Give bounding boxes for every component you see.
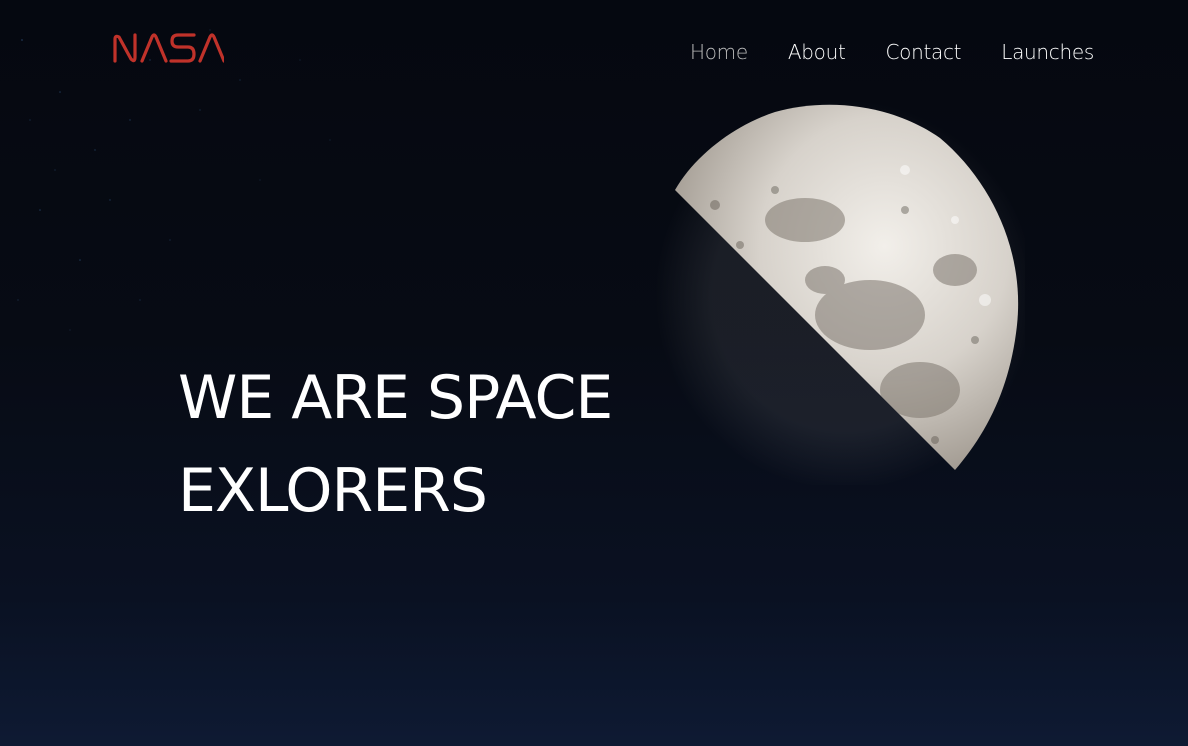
main-nav: Home About Contact Launches — [690, 36, 1094, 68]
nav-link-home[interactable]: Home — [690, 40, 748, 64]
nav-link-launches[interactable]: Launches — [1001, 40, 1094, 64]
hero-headline-line2: EXLORERS — [178, 456, 488, 526]
half-moon-icon — [655, 100, 1025, 485]
hero-headline-line1: WE ARE SPACE — [178, 363, 613, 433]
nav-link-contact[interactable]: Contact — [886, 40, 962, 64]
hero-headline: WE ARE SPACE EXLORERS — [178, 352, 613, 538]
nasa-logo[interactable] — [112, 30, 224, 66]
hero-section: Home About Contact Launches WE ARE SPACE… — [0, 0, 1188, 746]
nav-link-about[interactable]: About — [788, 40, 846, 64]
